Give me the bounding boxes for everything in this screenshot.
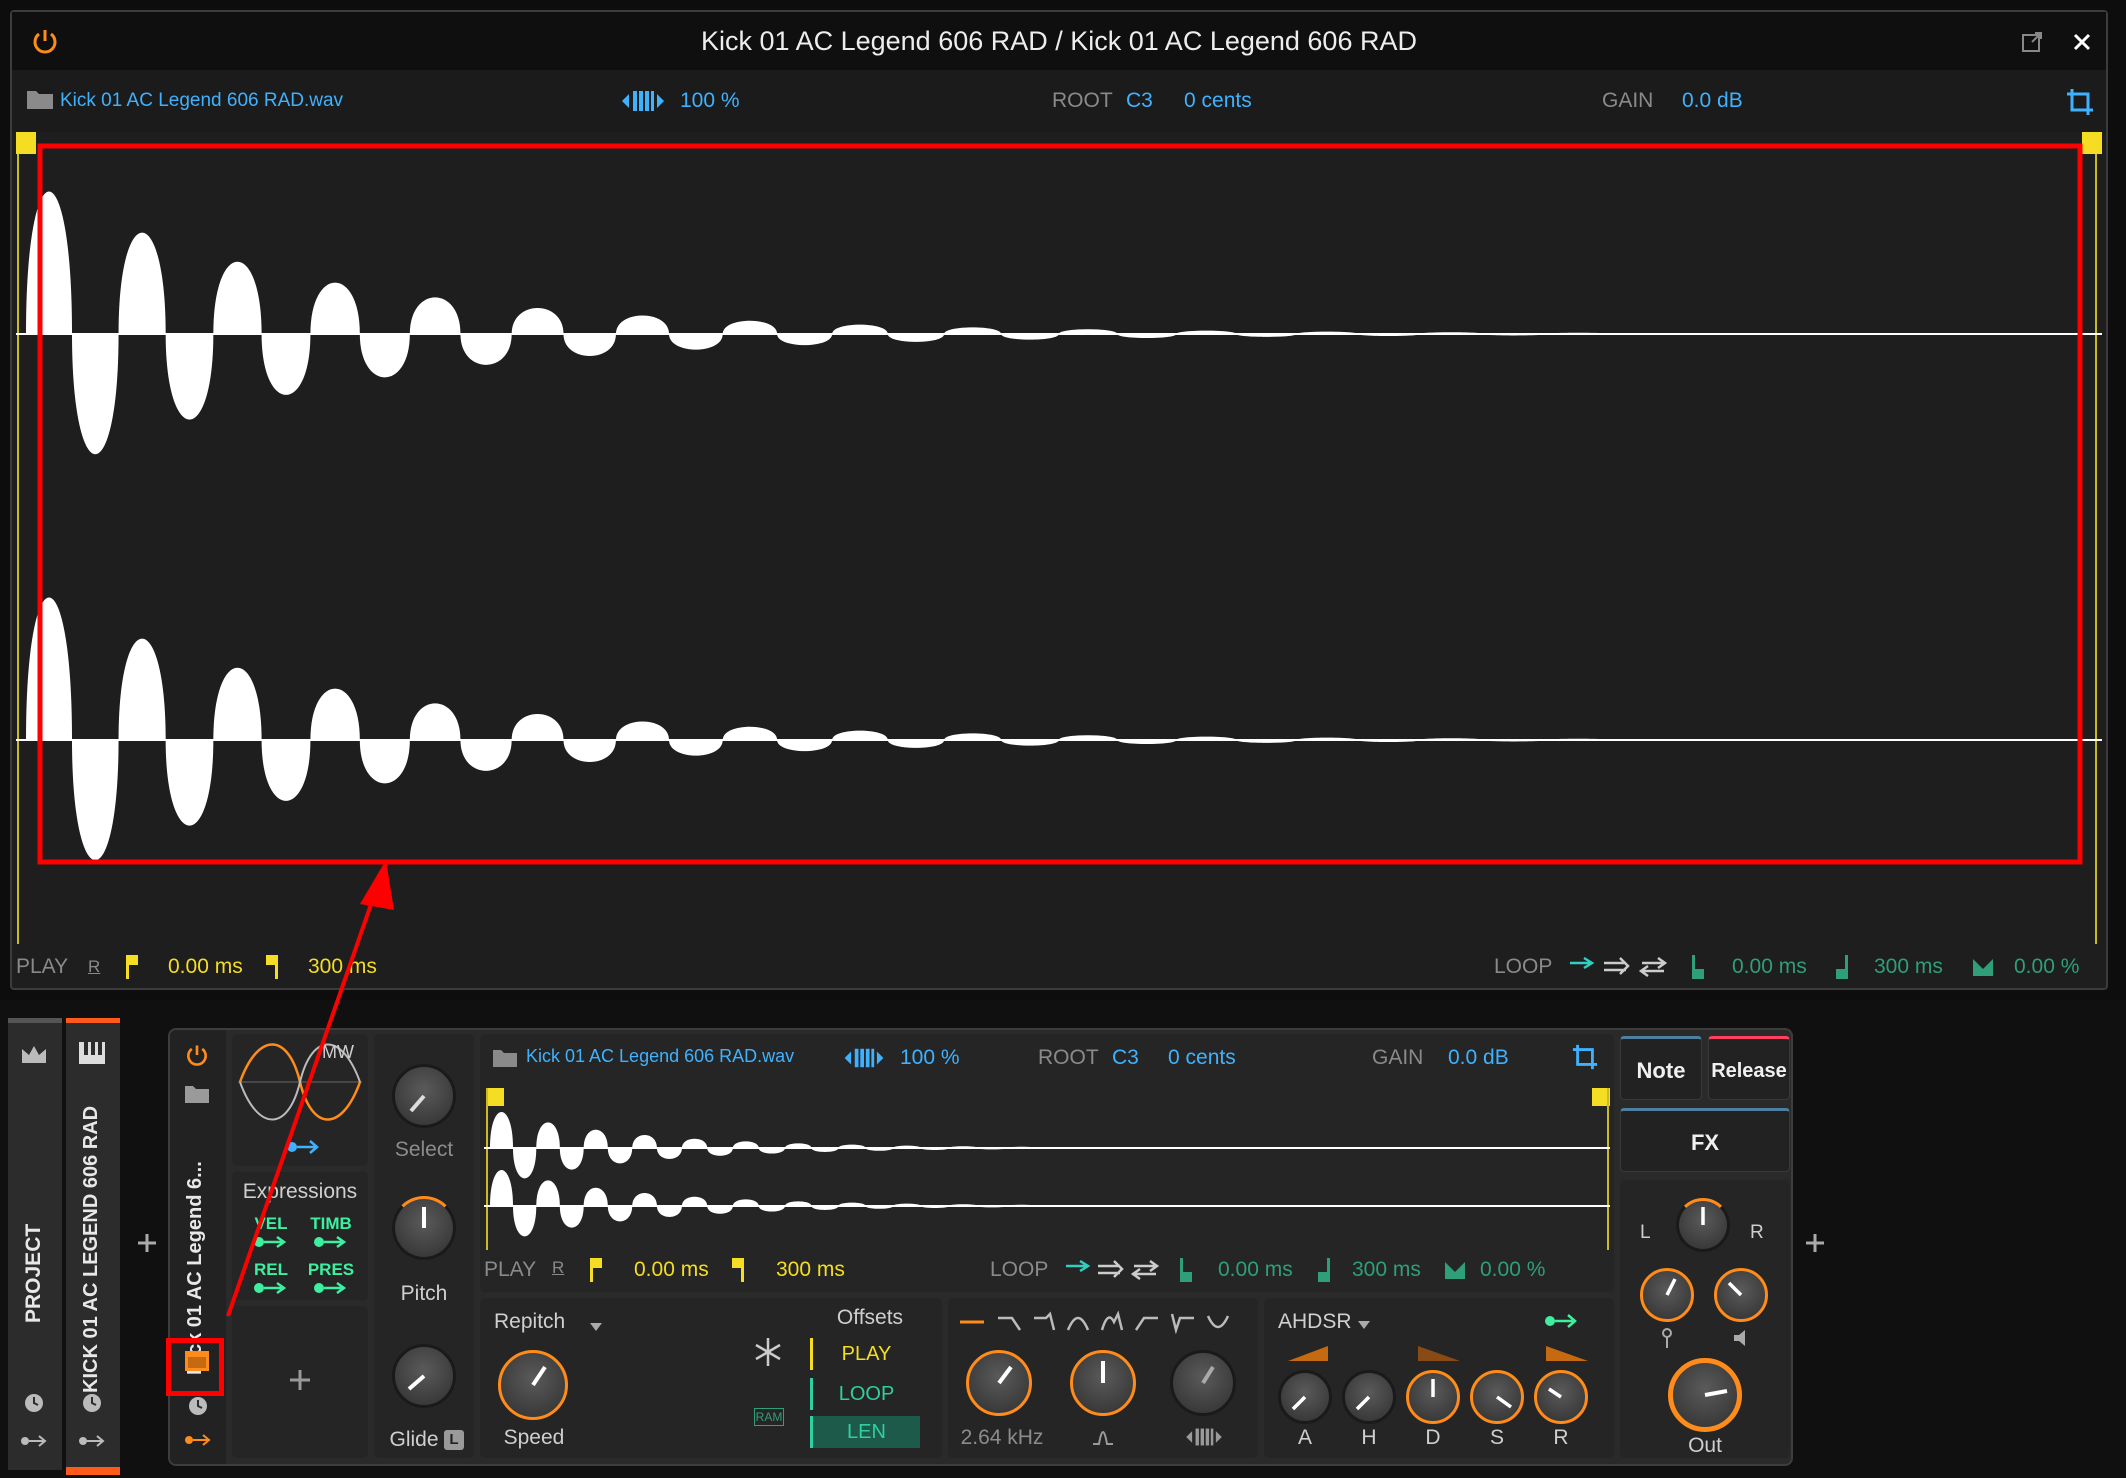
annotation-arrow	[226, 860, 394, 1317]
